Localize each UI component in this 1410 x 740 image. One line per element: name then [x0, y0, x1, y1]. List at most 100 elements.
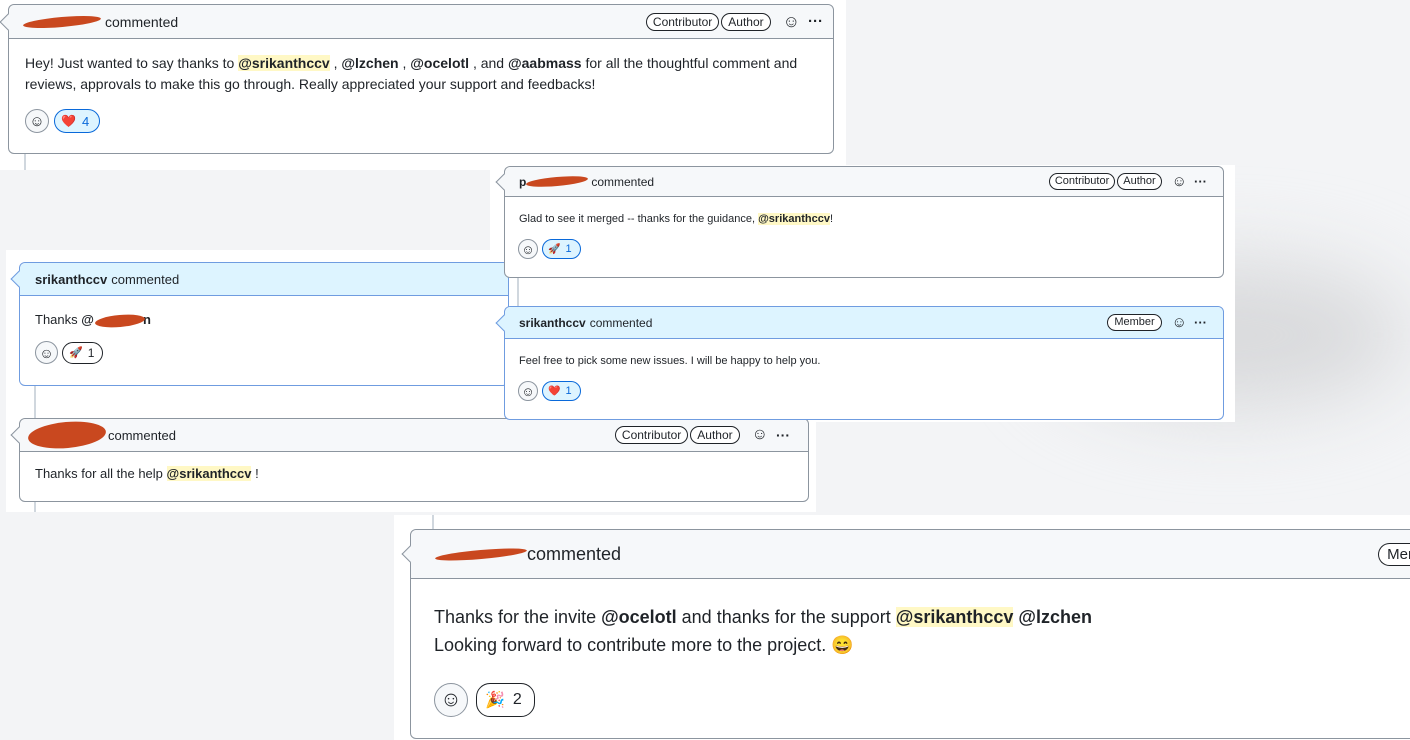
comment-action: commented [108, 427, 176, 443]
mention-link[interactable]: @aabmass [508, 55, 582, 71]
rocket-icon: 🚀 [69, 347, 83, 359]
add-reaction-icon[interactable]: ☺ [1172, 174, 1187, 189]
comment-body: Thanks for all the help @srikanthccv ! [20, 452, 808, 481]
timeline-line [517, 278, 519, 306]
reaction-heart[interactable]: ❤️ 4 [54, 109, 101, 133]
mention-link[interactable]: @srikanthccv [758, 213, 830, 225]
comment-line: Hey! Just wanted to say thanks to @srika… [25, 53, 817, 74]
redacted-author [27, 418, 107, 452]
smiley-icon: ☺ [521, 241, 535, 257]
mention-link[interactable]: @lzchen [1018, 607, 1092, 627]
comment-action: commented [591, 174, 655, 189]
reaction-rocket[interactable]: 🚀 1 [62, 341, 104, 364]
more-options-icon[interactable]: ··· [1194, 175, 1207, 188]
timeline-line [34, 386, 36, 418]
reaction-count: 1 [565, 243, 572, 255]
mention-link[interactable]: @ n [81, 312, 151, 329]
add-reaction-icon[interactable]: ☺ [1172, 315, 1187, 330]
comment-action: commented [589, 315, 653, 330]
reaction-tada[interactable]: 🎉 2 [476, 683, 535, 717]
redacted-author [434, 545, 528, 563]
comment-header: commented Mer [411, 530, 1410, 579]
contributor-badge: Contributor [614, 426, 689, 444]
comment-header: srikanthccv commented Member ☺ ··· [505, 307, 1223, 339]
comment-header-actions: Contributor Author ☺ ··· [614, 426, 790, 444]
comment-author[interactable]: p [519, 175, 526, 189]
smiley-icon: ☺ [440, 688, 462, 711]
add-reaction-button[interactable]: ☺ [518, 381, 538, 401]
mention-link[interactable]: @srikanthccv [238, 55, 330, 71]
mention-link[interactable]: @lzchen [341, 55, 398, 71]
smiley-icon: ☺ [29, 112, 45, 130]
comment-text: , and [469, 55, 508, 71]
comment-text: , [329, 55, 342, 71]
comment-header-actions: Contributor Author ☺ ··· [1048, 173, 1207, 190]
smile-emoji-icon: 😄 [831, 635, 854, 655]
heart-icon: ❤️ [61, 114, 76, 128]
reaction-count: 1 [565, 385, 572, 397]
add-reaction-button[interactable]: ☺ [35, 341, 58, 364]
add-reaction-icon[interactable]: ☺ [783, 13, 800, 30]
comment-text: ! [251, 466, 259, 481]
add-reaction-icon[interactable]: ☺ [752, 427, 768, 443]
reaction-heart[interactable]: ❤️ 1 [542, 381, 581, 401]
timeline-line [34, 502, 36, 512]
comment-header: commented Contributor Author ☺ ··· [20, 418, 808, 452]
mention-link[interactable]: @ocelotl [601, 607, 677, 627]
comment-header-actions: Mer [1378, 542, 1410, 566]
comment-line: Looking forward to contribute more to th… [434, 631, 1396, 659]
redacted-author [526, 174, 589, 189]
comment-line: reviews, approvals to make this go throu… [25, 76, 596, 92]
member-badge: Mer [1378, 542, 1410, 566]
more-options-icon[interactable]: ··· [776, 428, 790, 442]
comment-text: Thanks for all the help [35, 466, 167, 481]
mention-link[interactable]: @srikanthccv [166, 466, 252, 481]
comment-body: Thanks for the invite @ocelotl and thank… [411, 579, 1410, 659]
add-reaction-button[interactable]: ☺ [25, 109, 49, 133]
comment-text: Glad to see it merged -- thanks for the … [519, 213, 759, 225]
comment-action: commented [527, 543, 622, 564]
mention-link[interactable]: @ocelotl [410, 55, 469, 71]
comment-text: Hey! Just wanted to say thanks to [25, 55, 239, 71]
comment-text: ! [829, 213, 834, 225]
comment-author[interactable]: srikanthccv [519, 316, 586, 330]
comment-header: commented Contributor Author ☺ ··· [9, 5, 833, 39]
comment-header-actions: Contributor Author ☺ ··· [645, 12, 823, 31]
reaction-rocket[interactable]: 🚀 1 [542, 239, 581, 259]
comment-body: Feel free to pick some new issues. I wil… [519, 355, 821, 367]
reactions-bar: ☺ ❤️ 1 [505, 367, 1223, 401]
comment-card: p commented Contributor Author ☺ ··· Gla… [504, 166, 1224, 278]
redacted-author [22, 13, 102, 30]
add-reaction-button[interactable]: ☺ [434, 683, 468, 717]
comment-header: srikanthccv commented [20, 263, 508, 296]
comment-text: for all the thoughtful comment and [581, 55, 798, 71]
comment-author[interactable]: srikanthccv [35, 272, 107, 287]
member-badge: Member [1107, 314, 1162, 331]
comment-card: commented Mer Thanks for the invite @oce… [410, 529, 1410, 739]
comment-action: commented [111, 271, 180, 287]
smiley-icon: ☺ [39, 344, 54, 361]
author-badge: Author [721, 12, 771, 31]
comment-body: Hey! Just wanted to say thanks to @srika… [9, 39, 833, 95]
reactions-bar: ☺ 🎉 2 [411, 659, 1410, 717]
comment-card: commented Contributor Author ☺ ··· Thank… [19, 418, 809, 502]
more-options-icon[interactable]: ··· [808, 14, 823, 29]
contributor-badge: Contributor [1048, 173, 1116, 190]
comment-text: and thanks for the support [676, 607, 896, 627]
add-reaction-button[interactable]: ☺ [518, 239, 538, 259]
tada-icon: 🎉 [485, 692, 505, 709]
comment-action: commented [105, 13, 179, 30]
reaction-count: 1 [87, 345, 95, 360]
comment-text: Thanks [35, 312, 82, 327]
reactions-bar: ☺ ❤️ 4 [9, 95, 833, 133]
reactions-bar: ☺ 🚀 1 [20, 327, 508, 364]
comment-header-actions: Member ☺ ··· [1107, 314, 1207, 331]
more-options-icon[interactable]: ··· [1194, 316, 1207, 329]
comment-body: Glad to see it merged -- thanks for the … [505, 197, 1223, 225]
timeline-line [432, 515, 434, 529]
mention-link[interactable]: @srikanthccv [895, 607, 1014, 627]
comment-text: Looking forward to contribute more to th… [434, 635, 832, 655]
comment-body: Thanks @ n [20, 296, 508, 329]
comment-card: srikanthccv commented Thanks @ n ☺ 🚀 1 [19, 262, 509, 386]
comment-line: Thanks for the invite @ocelotl and thank… [434, 603, 1396, 631]
